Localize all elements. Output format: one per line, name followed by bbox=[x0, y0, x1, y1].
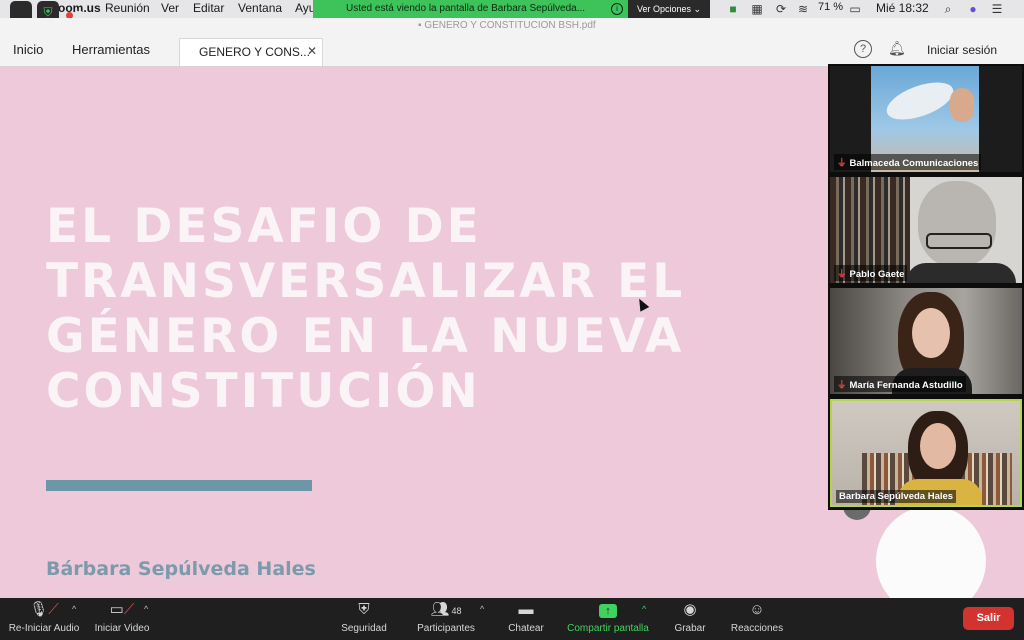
meeting-controls: 🎙︎⟋ Re-Iniciar Audio ^ ▭⟋ Iniciar Video … bbox=[0, 598, 1024, 640]
person-body bbox=[906, 263, 1016, 283]
help-icon[interactable]: ? bbox=[854, 40, 872, 58]
participant-name: María Fernanda Astudillo bbox=[849, 380, 963, 391]
battery-percent: 71 % bbox=[818, 1, 844, 13]
menu-ver[interactable]: Ver bbox=[161, 1, 179, 15]
home-link[interactable]: Inicio bbox=[13, 42, 43, 57]
share-label: Compartir pantalla bbox=[567, 623, 649, 634]
menu-editar[interactable]: Editar bbox=[193, 1, 224, 15]
siri-icon[interactable]: ● bbox=[966, 2, 980, 16]
screen-share-banner: Usted está viendo la pantalla de Barbara… bbox=[313, 0, 628, 18]
person-face bbox=[912, 308, 950, 358]
wifi-icon[interactable]: ≋ bbox=[796, 2, 810, 16]
record-icon: ◉ bbox=[683, 601, 697, 618]
participant-name-tag: Barbara Sepúlveda Hales bbox=[836, 490, 957, 503]
slide-accent-bar bbox=[46, 480, 312, 491]
participants-icon: 👥︎ 48 bbox=[430, 601, 462, 618]
leave-meeting-button[interactable]: Salir bbox=[963, 607, 1014, 630]
document-title-text: GENERO Y CONSTITUCION BSH.pdf bbox=[424, 20, 596, 31]
security-label: Seguridad bbox=[341, 623, 387, 634]
notification-center-icon[interactable]: ☰ bbox=[990, 2, 1004, 16]
reactions-label: Reacciones bbox=[730, 623, 784, 634]
glasses bbox=[926, 233, 992, 249]
close-icon[interactable]: ✕ bbox=[307, 44, 317, 58]
participant-name-tag: ⏚ Pablo Gaete bbox=[834, 265, 908, 281]
mic-muted-icon: ⏚ bbox=[837, 158, 847, 169]
participant-name-tag: ⏚ María Fernanda Astudillo bbox=[834, 376, 966, 392]
security-button[interactable]: ⛨ Seguridad bbox=[334, 598, 394, 640]
document-title: ▪ GENERO Y CONSTITUCION BSH.pdf bbox=[418, 20, 596, 31]
participants-count: 48 bbox=[451, 606, 462, 616]
presentation-slide: EL DESAFIO DE TRANSVERSALIZAR EL GÉNERO … bbox=[0, 67, 828, 598]
signin-link[interactable]: Iniciar sesión bbox=[927, 43, 997, 57]
participant-name: Barbara Sepúlveda Hales bbox=[839, 491, 954, 502]
chevron-down-icon: ⌄ bbox=[693, 4, 702, 14]
green-app-icon[interactable]: ■ bbox=[726, 2, 740, 16]
share-info-icon[interactable]: i bbox=[611, 3, 623, 15]
video-options-chevron-icon[interactable]: ^ bbox=[144, 604, 148, 614]
tools-link[interactable]: Herramientas bbox=[72, 42, 150, 57]
slide-decoration-circle bbox=[876, 506, 986, 598]
video-tile-barbara[interactable]: Barbara Sepúlveda Hales bbox=[830, 399, 1022, 507]
chat-label: Chatear bbox=[508, 623, 544, 634]
video-label: Iniciar Video bbox=[94, 623, 150, 634]
emoji-plus-icon: ☺ bbox=[749, 601, 765, 618]
bell-icon[interactable]: 🔔︎ bbox=[888, 40, 906, 57]
video-gallery: ⏚ Balmaceda Comunicaciones ⏚ Pablo Gaete ⏚… bbox=[828, 64, 1024, 510]
video-tile-pablo[interactable]: ⏚ Pablo Gaete bbox=[830, 177, 1022, 283]
reactions-button[interactable]: ☺ Reacciones bbox=[728, 598, 786, 640]
mic-muted-icon: ⏚ bbox=[837, 380, 847, 391]
person-head bbox=[918, 181, 996, 267]
document-toolbar: ▪ GENERO Y CONSTITUCION BSH.pdf Inicio H… bbox=[0, 18, 1024, 67]
share-screen-button[interactable]: ↑ Compartir pantalla bbox=[563, 598, 653, 640]
share-banner-text: Usted está viendo la pantalla de Barbara… bbox=[346, 3, 586, 14]
slide-title: EL DESAFIO DE TRANSVERSALIZAR EL GÉNERO … bbox=[46, 199, 686, 419]
mic-muted-icon: ⏚ bbox=[837, 269, 847, 280]
participant-name: Balmaceda Comunicaciones bbox=[849, 158, 979, 169]
share-screen-icon: ↑ bbox=[563, 598, 653, 620]
battery-icon[interactable]: ▭ bbox=[846, 2, 864, 16]
participant-name-tag: ⏚ Balmaceda Comunicaciones bbox=[834, 154, 982, 170]
view-options-label: Ver Opciones bbox=[636, 4, 691, 14]
slide-author: Bárbara Sepúlveda Hales bbox=[46, 558, 316, 580]
document-tab-label: GENERO Y CONS... bbox=[199, 45, 310, 59]
participant-name: Pablo Gaete bbox=[849, 269, 905, 280]
chat-icon: ▬ bbox=[518, 601, 534, 618]
shield-icon: ⛨ bbox=[358, 601, 370, 618]
video-tile-balmaceda[interactable]: ⏚ Balmaceda Comunicaciones bbox=[830, 66, 1022, 172]
person-face bbox=[920, 423, 956, 469]
view-options-button[interactable]: Ver Opciones ⌄ bbox=[628, 0, 710, 18]
participants-button[interactable]: 👥︎ 48 Participantes bbox=[410, 598, 482, 640]
record-label: Grabar bbox=[674, 623, 706, 634]
audio-label: Re-Iniciar Audio bbox=[8, 623, 80, 634]
participants-chevron-icon[interactable]: ^ bbox=[480, 604, 484, 614]
participants-label: Participantes bbox=[417, 623, 475, 634]
finger-image bbox=[950, 88, 974, 122]
share-chevron-icon[interactable]: ^ bbox=[642, 604, 646, 614]
menu-ventana[interactable]: Ventana bbox=[238, 1, 282, 15]
record-button[interactable]: ◉ Grabar bbox=[668, 598, 712, 640]
video-tile-maria[interactable]: ⏚ María Fernanda Astudillo bbox=[830, 288, 1022, 394]
sync-icon[interactable]: ⟳ bbox=[774, 2, 788, 16]
chat-button[interactable]: ▬ Chatear bbox=[501, 598, 551, 640]
clock[interactable]: Mié 18:32 bbox=[876, 1, 929, 15]
audio-options-chevron-icon[interactable]: ^ bbox=[72, 604, 76, 614]
document-tab[interactable]: GENERO Y CONS... ✕ bbox=[179, 38, 323, 66]
grid-icon[interactable]: ▦ bbox=[750, 2, 764, 16]
search-icon[interactable]: ⌕ bbox=[941, 2, 955, 16]
